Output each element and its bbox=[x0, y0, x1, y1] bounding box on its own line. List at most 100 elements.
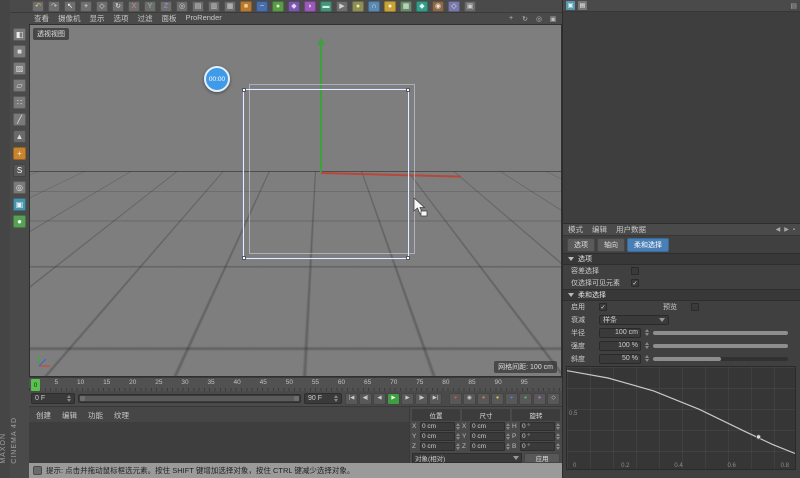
value-spinner[interactable] bbox=[556, 423, 560, 430]
viewport-menu-item[interactable]: 查看 bbox=[34, 13, 49, 24]
mograph-icon[interactable]: ◆ bbox=[416, 1, 428, 12]
orbit-view-icon[interactable]: ↻ bbox=[520, 15, 530, 23]
perspective-viewport[interactable]: 00:00 透视视图 网格间距: 100 cm bbox=[29, 24, 562, 377]
coordinate-mode-dropdown[interactable]: 对象(相对) bbox=[412, 453, 522, 463]
cube-primitive-icon[interactable]: ■ bbox=[240, 1, 252, 12]
snap-icon[interactable]: S bbox=[13, 164, 26, 177]
coordinate-input[interactable]: 0 ° bbox=[520, 422, 555, 431]
option-checkbox[interactable]: ✓ bbox=[631, 279, 639, 287]
lock-icon[interactable]: ▪ bbox=[793, 227, 795, 233]
value-spinner[interactable] bbox=[506, 423, 510, 430]
coordinate-input[interactable]: 0 cm bbox=[420, 422, 455, 431]
viewport-menu-item[interactable]: ProRender bbox=[186, 13, 222, 24]
object-manager-filter-icon[interactable]: ▤ bbox=[578, 1, 587, 10]
pan-view-icon[interactable]: + bbox=[506, 15, 516, 23]
toggle-checkbox[interactable] bbox=[691, 303, 699, 311]
viewport-menu-item[interactable]: 过滤 bbox=[138, 13, 153, 24]
attribute-tab[interactable]: 柔和选择 bbox=[627, 238, 669, 252]
value-spinner[interactable] bbox=[645, 355, 649, 362]
material-manager-body[interactable] bbox=[29, 422, 409, 463]
record-pla-button[interactable]: ● bbox=[533, 393, 546, 405]
points-mode-icon[interactable]: ∷ bbox=[13, 96, 26, 109]
xpresso-icon[interactable]: ▣ bbox=[464, 1, 476, 12]
x-axis-lock-icon[interactable]: X bbox=[128, 1, 140, 12]
viewport-label[interactable]: 透视视图 bbox=[33, 28, 69, 40]
falloff-curve-svg[interactable] bbox=[567, 367, 795, 459]
timeline-ruler[interactable]: 05101520253035404550556065707580859095 0 bbox=[29, 377, 562, 391]
object-manager-tab-icon[interactable]: ▣ bbox=[566, 1, 575, 10]
keyframe-selection-button[interactable]: ◇ bbox=[547, 393, 560, 405]
undo-icon[interactable]: ↶ bbox=[32, 1, 44, 12]
scale-tool-icon[interactable]: ◇ bbox=[96, 1, 108, 12]
slider-value-input[interactable]: 100 % bbox=[599, 341, 641, 351]
history-forward-icon[interactable]: ▶ bbox=[784, 226, 789, 233]
environment-object-icon[interactable]: ∩ bbox=[368, 1, 380, 12]
end-frame-field[interactable]: 90 F bbox=[304, 393, 342, 404]
option-checkbox[interactable] bbox=[631, 267, 639, 275]
record-position-button[interactable]: ● bbox=[477, 393, 490, 405]
next-key-button[interactable]: |▶ bbox=[415, 393, 428, 405]
value-spinner[interactable] bbox=[456, 443, 460, 450]
value-spinner[interactable] bbox=[456, 423, 460, 430]
cube-corner-handle[interactable] bbox=[242, 88, 246, 92]
volume-builder-icon[interactable]: ▦ bbox=[400, 1, 412, 12]
material-manager-menu[interactable]: 纹理 bbox=[114, 410, 129, 421]
subdivision-surface-icon[interactable]: ● bbox=[272, 1, 284, 12]
toggle-view-icon[interactable]: ▣ bbox=[548, 15, 558, 23]
attribute-menu-item[interactable]: 编辑 bbox=[592, 224, 607, 235]
locked-workplane-icon[interactable]: ● bbox=[13, 215, 26, 228]
current-frame-marker[interactable]: 0 bbox=[31, 379, 40, 391]
slider-value-input[interactable]: 50 % bbox=[599, 354, 641, 364]
options-section-header[interactable]: 选项 bbox=[563, 253, 800, 265]
bend-deformer-icon[interactable]: ◗ bbox=[304, 1, 316, 12]
coordinate-input[interactable]: 0 cm bbox=[470, 422, 505, 431]
attribute-tab[interactable]: 轴向 bbox=[597, 238, 625, 252]
record-keyframe-button[interactable]: ● bbox=[449, 393, 462, 405]
toggle-checkbox[interactable]: ✓ bbox=[599, 303, 607, 311]
next-frame-button[interactable]: ▶ bbox=[401, 393, 414, 405]
slider-track[interactable] bbox=[653, 344, 788, 348]
autokey-button[interactable]: ◉ bbox=[463, 393, 476, 405]
redo-icon[interactable]: ↷ bbox=[48, 1, 60, 12]
value-spinner[interactable] bbox=[456, 433, 460, 440]
rotate-tool-icon[interactable]: ↻ bbox=[112, 1, 124, 12]
y-axis-lock-icon[interactable]: Y bbox=[144, 1, 156, 12]
tweak-mode-icon[interactable]: ▣ bbox=[13, 198, 26, 211]
viewport-menu-item[interactable]: 选项 bbox=[114, 13, 129, 24]
panel-menu-icon[interactable]: ▤ bbox=[790, 2, 797, 10]
edges-mode-icon[interactable]: ╱ bbox=[13, 113, 26, 126]
prev-frame-button[interactable]: ◀ bbox=[373, 393, 386, 405]
value-spinner[interactable] bbox=[556, 443, 560, 450]
preview-range-slider[interactable] bbox=[78, 394, 301, 403]
cube-wireframe[interactable] bbox=[243, 89, 409, 259]
material-manager-menu[interactable]: 功能 bbox=[88, 410, 103, 421]
viewport-solo-icon[interactable]: ◎ bbox=[13, 181, 26, 194]
model-mode-icon[interactable]: ■ bbox=[13, 45, 26, 58]
coordinate-input[interactable]: 0 cm bbox=[420, 442, 455, 451]
record-scale-button[interactable]: ● bbox=[491, 393, 504, 405]
record-parameter-button[interactable]: ● bbox=[519, 393, 532, 405]
coordinate-input[interactable]: 0 cm bbox=[420, 432, 455, 441]
slider-value-input[interactable]: 100 cm bbox=[599, 328, 641, 338]
frame-spinner[interactable] bbox=[67, 395, 71, 402]
viewport-menu-item[interactable]: 摄像机 bbox=[58, 13, 81, 24]
attribute-tab[interactable]: 选项 bbox=[567, 238, 595, 252]
value-spinner[interactable] bbox=[556, 433, 560, 440]
array-generator-icon[interactable]: ◆ bbox=[288, 1, 300, 12]
texture-mode-icon[interactable]: ▨ bbox=[13, 62, 26, 75]
viewport-menu-item[interactable]: 显示 bbox=[90, 13, 105, 24]
zoom-view-icon[interactable]: ◎ bbox=[534, 15, 544, 23]
current-frame-field[interactable]: 0 F bbox=[31, 393, 75, 404]
prev-key-button[interactable]: ◀| bbox=[359, 393, 372, 405]
cube-corner-handle[interactable] bbox=[406, 256, 410, 260]
attribute-menu-item[interactable]: 模式 bbox=[568, 224, 583, 235]
coordinate-system-icon[interactable]: ◎ bbox=[176, 1, 188, 12]
make-editable-icon[interactable]: ◧ bbox=[13, 28, 26, 41]
material-manager-menu[interactable]: 编辑 bbox=[62, 410, 77, 421]
spline-pen-icon[interactable]: ~ bbox=[256, 1, 268, 12]
falloff-dropdown[interactable]: 样条 bbox=[599, 315, 669, 325]
camera-object-icon[interactable]: ▶ bbox=[336, 1, 348, 12]
cube-corner-handle[interactable] bbox=[406, 88, 410, 92]
value-spinner[interactable] bbox=[506, 433, 510, 440]
history-back-icon[interactable]: ◀ bbox=[776, 226, 781, 233]
